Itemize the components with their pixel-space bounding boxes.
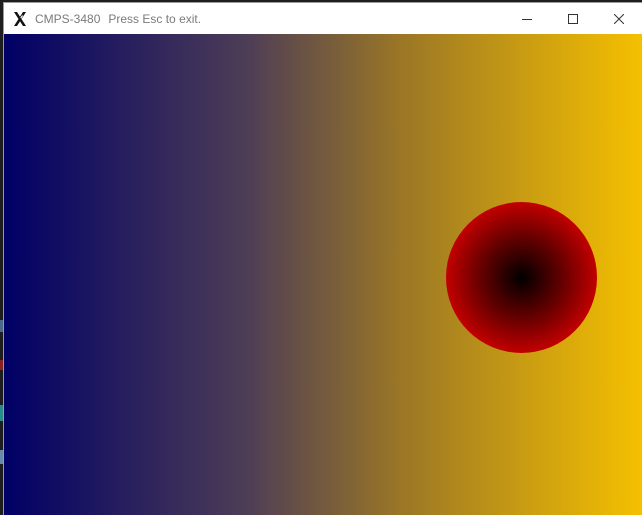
title-bar[interactable]: CMPS-3480 Press Esc to exit. — [4, 3, 642, 34]
close-icon — [614, 13, 624, 24]
app-name: CMPS-3480 — [35, 11, 101, 26]
shaded-sphere — [446, 202, 597, 353]
close-button[interactable] — [596, 3, 642, 34]
render-canvas[interactable] — [4, 34, 642, 515]
minimize-button[interactable] — [504, 3, 550, 34]
minimize-icon — [522, 18, 532, 20]
maximize-icon — [568, 13, 578, 24]
window-controls — [504, 3, 642, 34]
exit-hint: Press Esc to exit. — [108, 11, 202, 26]
window-title: CMPS-3480 Press Esc to exit. — [35, 12, 201, 26]
app-window[interactable]: CMPS-3480 Press Esc to exit. — [4, 3, 642, 515]
maximize-button[interactable] — [550, 3, 596, 34]
x-logo-icon — [12, 11, 28, 27]
